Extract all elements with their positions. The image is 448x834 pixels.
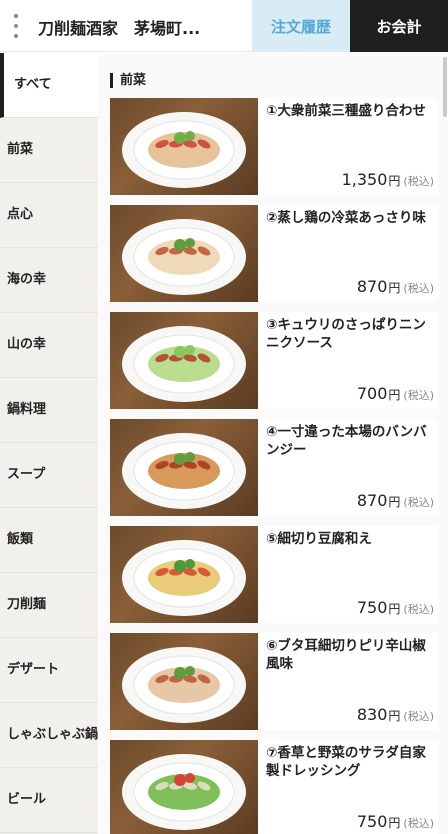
tax-label: (税込) [403,175,434,188]
sidebar-item-shabushabu[interactable]: しゃぶしゃぶ鍋 [0,703,98,768]
price: 830 円 (税込) [357,705,434,724]
price-unit: 円 [388,602,401,616]
garnish [185,559,195,569]
section-title: 前菜 [110,73,146,88]
item-name: ⑥ブタ耳細切りピリ辛山椒風味 [266,638,426,672]
dish-photo [110,312,258,409]
price-value: 700 [356,384,388,403]
price-value: 1,350 [341,170,388,189]
sidebar-item-seafood[interactable]: 海の幸 [0,248,98,313]
price-unit: 円 [388,388,401,402]
app-header: 刀削麺酒家 茅場町... 注文履歴 お会計 [0,0,448,52]
menu-item[interactable]: ②蒸し鶏の冷菜あっさり味 870 円 (税込) [110,205,438,302]
sidebar-item-appetizer[interactable]: 前菜 [0,118,98,183]
price-value: 830 [356,705,388,724]
price-unit: 円 [388,495,401,509]
order-history-button[interactable]: 注文履歴 [252,0,350,52]
store-name: 刀削麺酒家 茅場町... [38,19,201,38]
menu-item[interactable]: ④一寸違った本場のバンバンジー 870 円 (税込) [110,419,438,516]
tax-label: (税込) [403,496,434,509]
garnish [185,452,195,462]
garnish [174,667,186,679]
menu-item[interactable]: ③キュウリのさっぱりニンニクソース 700 円 (税込) [110,312,438,409]
sidebar-item-noodles[interactable]: 刀削麺 [0,573,98,638]
garnish [174,453,186,465]
price: 700 円 (税込) [357,384,434,403]
dish-photo [110,205,258,302]
sidebar-item-soup[interactable]: スープ [0,443,98,508]
price-value: 870 [356,491,388,510]
garnish [185,238,195,248]
price-unit: 円 [388,709,401,723]
price: 750 円 (税込) [357,598,434,617]
garnish [185,666,195,676]
item-name: ④一寸違った本場のバンバンジー [266,424,427,458]
checkout-button[interactable]: お会計 [350,0,448,52]
dish-photo [110,419,258,516]
price-unit: 円 [388,174,401,188]
more-menu-icon[interactable] [12,14,20,38]
garnish [174,560,186,572]
item-name: ②蒸し鶏の冷菜あっさり味 [266,210,426,226]
price-value: 750 [356,598,388,617]
price-unit: 円 [388,816,401,830]
sidebar-item-all[interactable]: すべて [0,53,98,118]
price-unit: 円 [388,281,401,295]
garnish [185,773,195,783]
menu-item[interactable]: ⑦香草と野菜のサラダ自家製ドレッシング 750 円 (税込) [110,740,438,834]
price: 870 円 (税込) [357,277,434,296]
price: 1,350 円 (税込) [342,170,434,189]
sidebar-item-dimsum[interactable]: 点心 [0,183,98,248]
scrollbar[interactable] [443,57,447,117]
garnish [174,774,186,786]
menu-item[interactable]: ⑥ブタ耳細切りピリ辛山椒風味 830 円 (税込) [110,633,438,730]
tax-label: (税込) [403,389,434,402]
tax-label: (税込) [403,710,434,723]
tax-label: (税込) [403,817,434,830]
menu-item[interactable]: ⑤細切り豆腐和え 750 円 (税込) [110,526,438,623]
tax-label: (税込) [403,603,434,616]
price-value: 870 [356,277,388,296]
dish-photo [110,98,258,195]
item-name: ⑤細切り豆腐和え [266,531,372,547]
garnish [174,239,186,251]
item-name: ⑦香草と野菜のサラダ自家製ドレッシング [266,745,426,779]
price: 870 円 (税込) [357,491,434,510]
garnish [174,132,186,144]
item-name: ①大衆前菜三種盛り合わせ [266,103,426,119]
sidebar-item-rice[interactable]: 飯類 [0,508,98,573]
garnish [185,131,195,141]
dish-photo [110,740,258,834]
category-sidebar: すべて 前菜 点心 海の幸 山の幸 鍋料理 スープ 飯類 刀削麺 デザート しゃ… [0,53,98,834]
dish-photo [110,633,258,730]
menu-list[interactable]: 前菜 ①大衆前菜三種盛り合わせ 1,350 円 (税込) ②蒸し鶏の冷菜あっさり… [98,53,448,834]
sidebar-item-dessert[interactable]: デザート [0,638,98,703]
tax-label: (税込) [403,282,434,295]
dish-photo [110,526,258,623]
garnish [174,346,186,358]
sidebar-item-beer[interactable]: ビール [0,768,98,833]
sidebar-item-mountain[interactable]: 山の幸 [0,313,98,378]
item-name: ③キュウリのさっぱりニンニクソース [266,317,426,351]
sidebar-item-hotpot[interactable]: 鍋料理 [0,378,98,443]
menu-item[interactable]: ①大衆前菜三種盛り合わせ 1,350 円 (税込) [110,98,438,195]
price: 750 円 (税込) [357,812,434,831]
price-value: 750 [356,812,388,831]
garnish [185,345,195,355]
